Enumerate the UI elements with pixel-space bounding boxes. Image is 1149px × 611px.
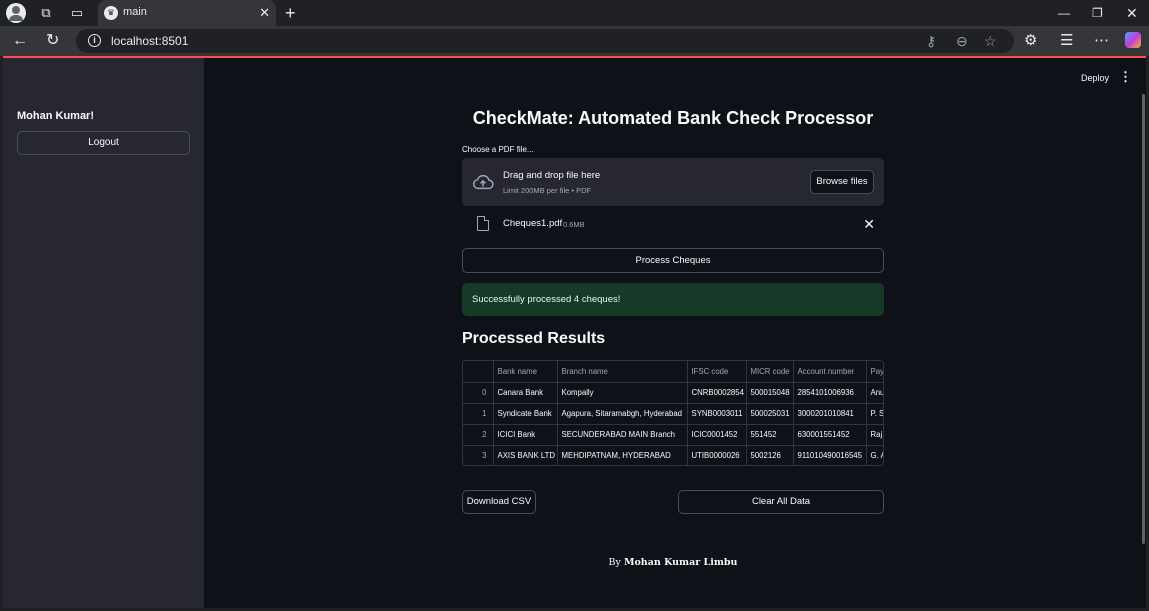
new-tab-icon[interactable]: + — [285, 3, 296, 23]
column-header[interactable] — [463, 361, 494, 383]
tab-strip: ⧉ ▭ ♛ main ✕ + — ❐ ✕ — [0, 0, 1149, 26]
file-size: 0.6MB — [563, 220, 585, 229]
table-cell[interactable]: 630001551452 — [793, 424, 867, 446]
table-cell[interactable]: 500015048 — [746, 382, 794, 404]
table-cell[interactable]: Canara Bank — [493, 382, 558, 404]
address-toolbar: ← ↻ i localhost:8501 ⚷ ⊖ ☆ ⚙ ☰ ⋯ — [0, 26, 1149, 56]
dropzone-limit: Limit 200MB per file • PDF — [503, 186, 592, 195]
page-title: CheckMate: Automated Bank Check Processo… — [472, 108, 874, 128]
column-header[interactable]: IFSC code — [687, 361, 747, 383]
table-cell[interactable]: Syndicate Bank — [493, 403, 558, 425]
table-cell[interactable]: 911010490016545 — [793, 445, 867, 465]
table-cell[interactable]: G. A — [866, 445, 883, 465]
remove-file-icon[interactable]: ✕ — [863, 216, 875, 232]
table-cell[interactable]: 500025031 — [746, 403, 794, 425]
logout-button[interactable]: Logout — [17, 131, 190, 155]
table-cell[interactable]: Raj — [866, 424, 883, 446]
zoom-icon[interactable]: ⊖ — [956, 32, 968, 50]
tab-close-icon[interactable]: ✕ — [259, 5, 270, 21]
deploy-button[interactable]: Deploy — [1081, 73, 1109, 83]
table-cell[interactable]: ICIC0001452 — [687, 424, 747, 446]
table-cell[interactable]: SYNB0003011 — [687, 403, 747, 425]
table-cell[interactable]: 1 — [463, 403, 494, 425]
table-cell[interactable]: CNRB0002854 — [687, 382, 747, 404]
file-name: Cheques1.pdf — [503, 218, 563, 229]
table-row: 0 Canara Bank Kompally CNRB0002854 50001… — [463, 382, 883, 404]
copilot-icon[interactable] — [1125, 32, 1141, 48]
back-icon[interactable]: ← — [12, 31, 28, 51]
success-alert: Successfully processed 4 cheques! — [462, 283, 884, 316]
username-greeting: Mohan Kumar! — [17, 110, 94, 122]
close-window-icon[interactable]: ✕ — [1126, 5, 1138, 21]
table-cell[interactable]: 5002126 — [746, 445, 794, 465]
table-cell[interactable]: Anu — [866, 382, 883, 404]
column-header[interactable]: Account number — [793, 361, 867, 383]
column-header[interactable]: Bank name — [493, 361, 558, 383]
table-cell[interactable]: 3 — [463, 445, 494, 465]
table-cell[interactable]: 551452 — [746, 424, 794, 446]
footer-prefix: By — [608, 557, 621, 568]
profile-avatar-icon[interactable] — [6, 3, 26, 23]
file-dropzone[interactable]: Drag and drop file here Limit 200MB per … — [462, 158, 884, 206]
app-viewport: Mohan Kumar! Logout Deploy ⋮ CheckMate: … — [3, 56, 1146, 608]
restore-icon[interactable]: ❐ — [1092, 5, 1103, 21]
results-heading: Processed Results — [462, 330, 606, 347]
site-info-icon[interactable]: i — [88, 34, 101, 47]
kebab-menu-icon[interactable]: ⋮ — [1119, 70, 1132, 84]
table-cell[interactable]: ICICI Bank — [493, 424, 558, 446]
table-cell[interactable]: Kompally — [557, 382, 688, 404]
reload-icon[interactable]: ↻ — [46, 31, 59, 51]
upload-label: Choose a PDF file... — [462, 145, 534, 154]
table-row: 2 ICICI Bank SECUNDERABAD MAIN Branch IC… — [463, 424, 883, 446]
column-header[interactable]: Pay — [866, 361, 883, 383]
results-table[interactable]: Bank name Branch name IFSC code MICR cod… — [462, 360, 884, 466]
table-header-row: Bank name Branch name IFSC code MICR cod… — [463, 361, 883, 383]
tab-title: main — [123, 6, 147, 18]
footer-author: Mohan Kumar Limbu — [623, 557, 738, 568]
workspaces-icon[interactable]: ⧉ — [37, 4, 55, 22]
sidebar: Mohan Kumar! Logout — [3, 58, 204, 608]
success-message: Successfully processed 4 cheques! — [472, 294, 621, 305]
file-icon — [477, 216, 489, 231]
uploaded-file: Cheques1.pdf 0.6MB ✕ — [462, 213, 884, 237]
browse-files-button[interactable]: Browse files — [810, 170, 874, 194]
clear-all-data-button[interactable]: Clear All Data — [678, 490, 884, 514]
table-cell[interactable]: Agapura, Sitaramabgh, Hyderabad — [557, 403, 688, 425]
dropzone-title: Drag and drop file here — [503, 170, 601, 181]
process-cheques-button[interactable]: Process Cheques — [462, 248, 884, 273]
table-cell[interactable]: 0 — [463, 382, 494, 404]
table-cell[interactable]: SECUNDERABAD MAIN Branch — [557, 424, 688, 446]
minimize-icon[interactable]: — — [1058, 5, 1070, 21]
cloud-upload-icon — [473, 174, 494, 190]
browser-window: ⧉ ▭ ♛ main ✕ + — ❐ ✕ ← ↻ i localhost:850… — [0, 0, 1149, 611]
column-header[interactable]: MICR code — [746, 361, 794, 383]
key-icon[interactable]: ⚷ — [926, 32, 936, 50]
table-cell[interactable]: P. S — [866, 403, 883, 425]
url-text[interactable]: localhost:8501 — [111, 34, 188, 48]
table-row: 3 AXIS BANK LTD MEHDIPATNAM, HYDERABAD U… — [463, 445, 883, 465]
favorites-icon[interactable]: ☰ — [1060, 31, 1073, 51]
table-row: 1 Syndicate Bank Agapura, Sitaramabgh, H… — [463, 403, 883, 425]
table-cell[interactable]: UTIB0000026 — [687, 445, 747, 465]
table-cell[interactable]: AXIS BANK LTD — [493, 445, 558, 465]
vertical-tabs-icon[interactable]: ▭ — [68, 4, 86, 22]
table-cell[interactable]: 3000201010841 — [793, 403, 867, 425]
streamlit-crown-icon: ♛ — [104, 6, 118, 20]
address-bar[interactable]: i localhost:8501 ⚷ ⊖ ☆ — [76, 29, 1014, 53]
footer-credit: By Mohan Kumar Limbu — [462, 557, 884, 568]
column-header[interactable]: Branch name — [557, 361, 688, 383]
page-scrollbar[interactable] — [1142, 94, 1145, 544]
table-cell[interactable]: 2854101006936 — [793, 382, 867, 404]
favorite-star-icon[interactable]: ☆ — [984, 32, 997, 50]
browser-tab[interactable]: ♛ main ✕ — [98, 0, 276, 26]
table-cell[interactable]: MEHDIPATNAM, HYDERABAD — [557, 445, 688, 465]
table-cell[interactable]: 2 — [463, 424, 494, 446]
extensions-icon[interactable]: ⚙ — [1024, 31, 1037, 51]
download-csv-button[interactable]: Download CSV — [462, 490, 536, 514]
more-options-icon[interactable]: ⋯ — [1094, 31, 1109, 51]
